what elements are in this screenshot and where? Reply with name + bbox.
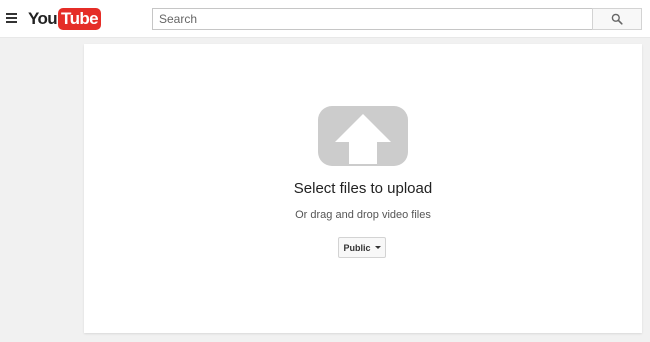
logo-tube-text: Tube — [58, 8, 101, 30]
search-icon — [611, 13, 623, 25]
upload-arrow-icon[interactable] — [318, 106, 408, 166]
privacy-dropdown[interactable]: Public — [338, 237, 386, 258]
caret-down-icon — [374, 246, 381, 249]
upload-subtitle: Or drag and drop video files — [295, 209, 431, 221]
masthead: You Tube — [0, 0, 650, 38]
search-button[interactable] — [592, 8, 642, 30]
logo-you-text: You — [28, 9, 58, 28]
upload-panel[interactable]: Select files to upload Or drag and drop … — [84, 44, 642, 333]
youtube-logo[interactable]: You Tube — [28, 7, 101, 31]
hamburger-menu-icon[interactable] — [6, 13, 17, 23]
upload-title[interactable]: Select files to upload — [84, 180, 642, 197]
privacy-label: Public — [343, 242, 371, 253]
search-input[interactable] — [152, 8, 594, 30]
